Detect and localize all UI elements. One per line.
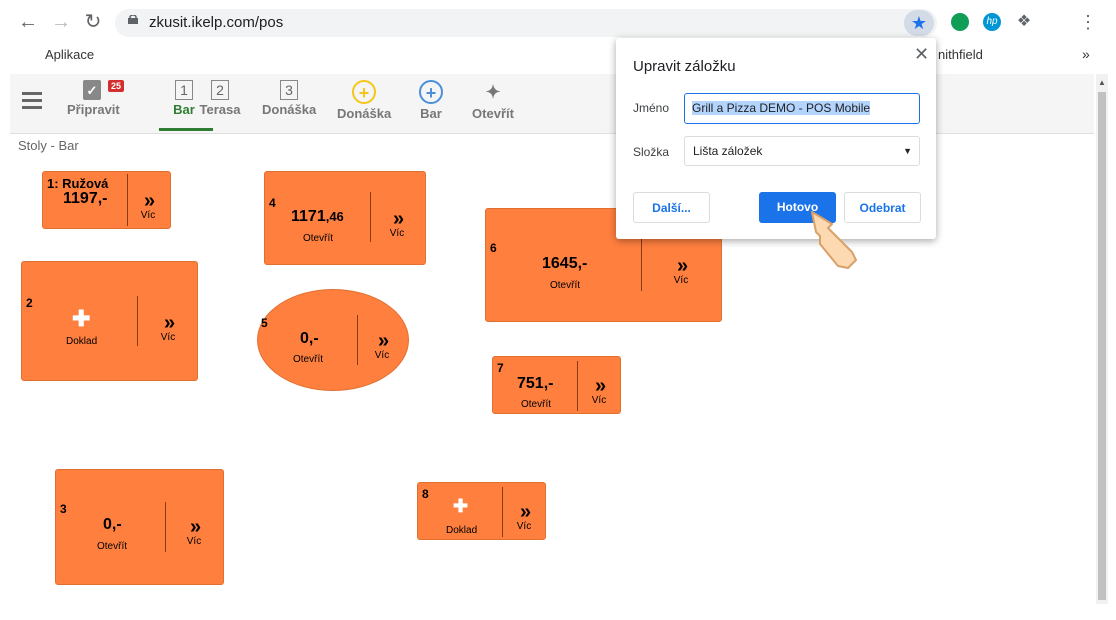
table-amount: 751,- [517, 375, 554, 392]
close-icon[interactable]: ✕ [914, 44, 929, 65]
open-button[interactable]: ✦ Otevřít [471, 80, 515, 121]
table-more-button[interactable]: » Víc [511, 501, 537, 532]
clipboard-check-icon: ✓ [83, 80, 101, 100]
double-chevron-icon: » [519, 501, 531, 523]
table-8[interactable]: 8 ✚ Doklad » Víc [417, 482, 546, 540]
tab-terasa[interactable]: 2 Terasa [198, 80, 242, 117]
table-open-label: Otevřít [550, 280, 581, 291]
dropdown-caret-icon: ▼ [903, 146, 912, 156]
extensions-puzzle-icon[interactable]: ❖ [1012, 10, 1036, 34]
table-7[interactable]: 7 751,- Otevřít » Víc [492, 356, 621, 414]
scrollbar-thumb[interactable] [1098, 92, 1106, 600]
table-amount: 1197,- [63, 190, 108, 207]
number-1-icon: 1 [175, 80, 193, 100]
folder-select[interactable]: Lišta záložek ▼ [684, 136, 920, 166]
number-3-icon: 3 [280, 80, 298, 100]
plus-circle-blue-icon: + [419, 80, 443, 104]
double-chevron-icon: » [594, 375, 606, 397]
dialog-title: Upravit záložku [633, 58, 736, 75]
add-bar-button[interactable]: + Bar [409, 80, 453, 121]
double-chevron-icon: » [377, 330, 389, 352]
table-2[interactable]: 2 ✚ Doklad » Víc [21, 261, 198, 381]
breadcrumb: Stoly - Bar [18, 138, 79, 153]
notification-badge: 25 [108, 80, 125, 92]
magic-wand-icon: ✦ [485, 82, 501, 102]
table-3[interactable]: 3 0,- Otevřít » Víc [55, 469, 224, 585]
table-4[interactable]: 4 1171,46 Otevřít » Víc [264, 171, 426, 265]
bookmarks-bar: Aplikace nithfield » [0, 44, 1116, 105]
hp-extension-icon[interactable]: hp [983, 13, 1001, 31]
hand-pointer-cursor-icon [811, 211, 857, 269]
table-doklad-label: Doklad [446, 525, 478, 536]
bookmarks-overflow[interactable]: » [1082, 46, 1090, 62]
table-open-label: Otevřít [521, 399, 552, 410]
table-open-label: Otevřít [303, 233, 334, 244]
table-more-button[interactable]: » Víc [667, 255, 695, 286]
vertical-scrollbar[interactable]: ▲ [1096, 74, 1108, 604]
lock-icon [128, 15, 138, 24]
table-more-button[interactable]: » Víc [586, 375, 612, 406]
folder-label: Složka [633, 145, 670, 159]
plus-icon: ✚ [453, 496, 469, 516]
url-text[interactable]: zkusit.ikelp.com/pos [149, 14, 283, 31]
menu-kebab-icon[interactable]: ⋮ [1076, 10, 1100, 34]
table-amount: 1171,46 [291, 208, 344, 225]
forward-icon[interactable]: → [49, 10, 73, 34]
table-more-button[interactable]: » Víc [154, 312, 182, 343]
bookmark-partial[interactable]: nithfield [938, 47, 983, 62]
tab-donaska[interactable]: 3 Donáška [262, 80, 316, 117]
name-label: Jméno [633, 101, 670, 115]
table-amount: 0,- [103, 516, 122, 533]
table-more-button[interactable]: » Víc [135, 190, 161, 221]
number-2-icon: 2 [211, 80, 229, 100]
plus-circle-yellow-icon: + [352, 80, 376, 104]
double-chevron-icon: » [392, 208, 404, 230]
reload-icon[interactable]: ↻ [81, 10, 105, 34]
double-chevron-icon: » [676, 255, 688, 277]
edit-bookmark-dialog: Upravit záložku ✕ Jméno Grill a Pizza DE… [616, 38, 936, 239]
active-tab-indicator [159, 128, 213, 131]
table-amount: 0,- [300, 330, 319, 347]
browser-toolbar: ← → ↻ zkusit.ikelp.com/pos ★ hp ❖ ⋮ [0, 0, 1116, 44]
table-more-button[interactable]: » Víc [369, 330, 395, 361]
table-doklad-label: Doklad [66, 336, 98, 347]
table-5[interactable]: 5 0,- Otevřít » Víc [257, 289, 409, 391]
bookmark-name-input[interactable]: Grill a Pizza DEMO - POS Mobile [684, 93, 920, 124]
table-amount: 1645,- [542, 255, 588, 272]
plus-icon: ✚ [72, 306, 91, 331]
table-open-label: Otevřít [97, 541, 128, 552]
table-more-button[interactable]: » Víc [383, 208, 411, 239]
scroll-up-icon[interactable]: ▲ [1098, 78, 1106, 87]
table-more-button[interactable]: » Víc [180, 516, 208, 547]
table-open-label: Otevřít [293, 354, 324, 365]
double-chevron-icon: » [143, 190, 155, 212]
extension-green-icon[interactable] [951, 13, 969, 31]
more-button[interactable]: Další... [633, 192, 710, 223]
toolbar-pripravit[interactable]: ✓ 25 Připravit [67, 80, 125, 117]
bookmark-star-icon[interactable]: ★ [904, 10, 934, 36]
add-donaska-button[interactable]: + Donáška [337, 80, 391, 121]
back-icon[interactable]: ← [16, 10, 40, 34]
table-1[interactable]: 1: Ružová 1197,- » Víc [42, 171, 171, 229]
hamburger-menu-icon[interactable] [22, 92, 42, 109]
double-chevron-icon: » [163, 312, 175, 334]
apps-bookmark[interactable]: Aplikace [45, 47, 94, 62]
double-chevron-icon: » [189, 516, 201, 538]
